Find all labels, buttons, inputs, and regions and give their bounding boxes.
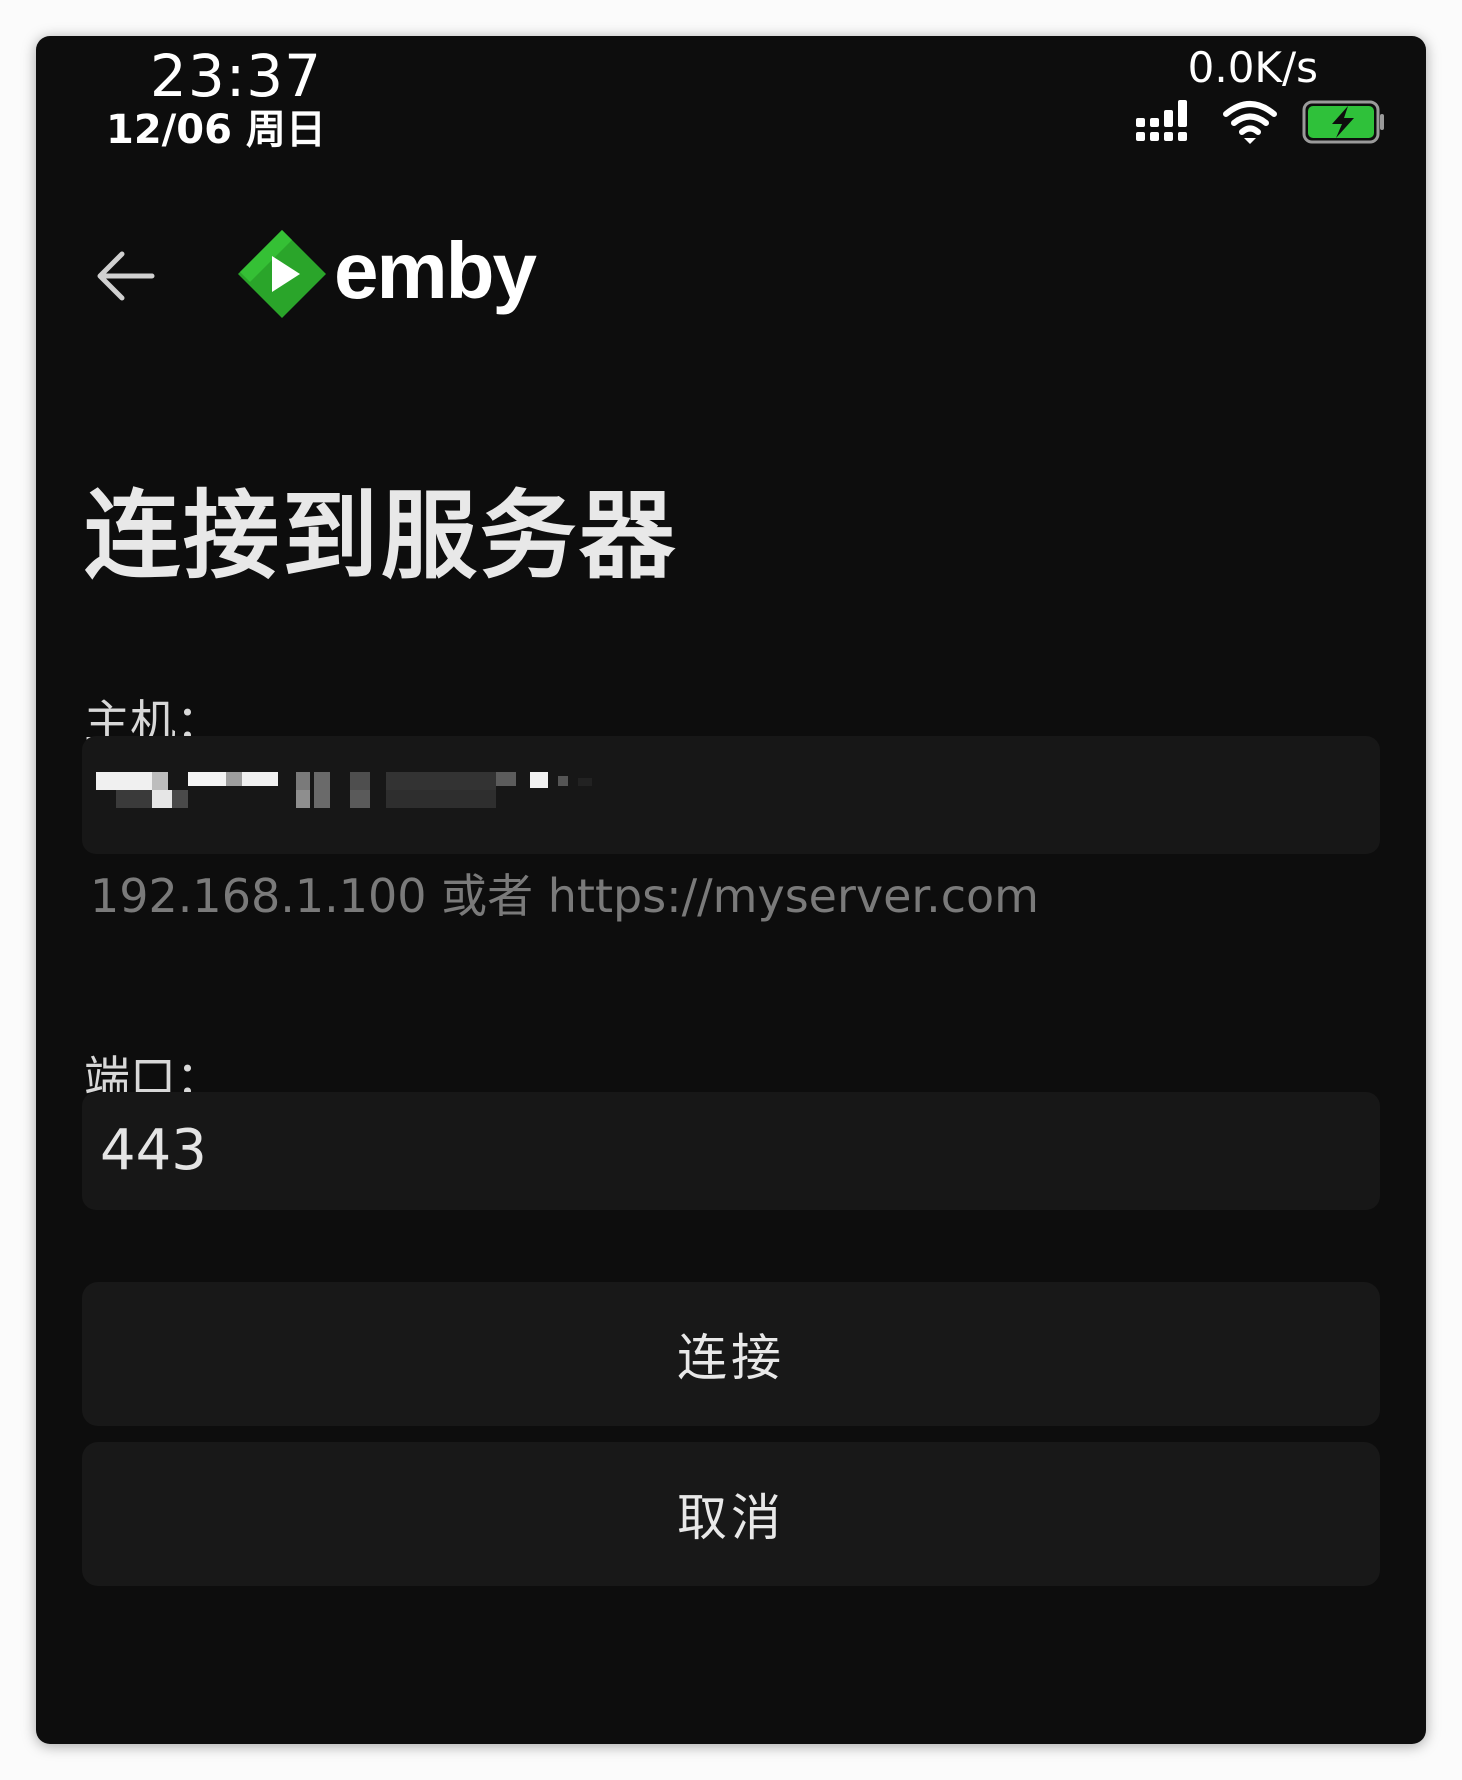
app-screen: 23:37 12/06 周日 0.0K/s emby 连接到服务器 主机： 19… [36,36,1426,1744]
redacted-host-value [96,772,676,818]
status-date: 12/06 周日 [106,107,326,153]
wifi-icon [1222,98,1278,146]
host-hint: 192.168.1.100 或者 https://myserver.com [90,869,1039,923]
signal-icon [1134,98,1198,146]
battery-charging-icon [1302,100,1386,144]
network-speed: 0.0K/s [1187,43,1318,92]
emby-logo: emby [236,226,537,326]
host-input[interactable] [82,736,1380,854]
port-value: 443 [100,1118,207,1183]
arrow-left-icon[interactable] [86,236,166,316]
page-title: 连接到服务器 [84,480,678,592]
emby-logo-text: emby [334,226,537,315]
cancel-button[interactable]: 取消 [82,1442,1380,1586]
status-icons [1134,92,1386,152]
port-input[interactable]: 443 [82,1092,1380,1210]
connect-button[interactable]: 连接 [82,1282,1380,1426]
emby-logo-icon [236,228,328,324]
